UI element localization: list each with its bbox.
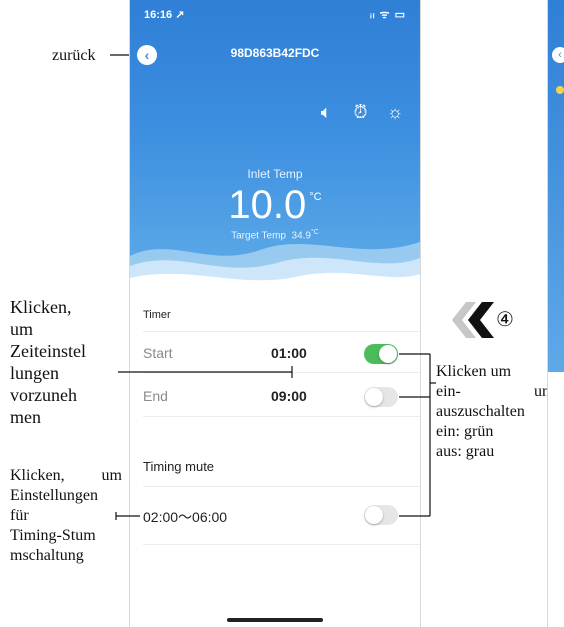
divider <box>143 544 420 545</box>
timer-title: Timer <box>143 309 171 321</box>
toggle-knob <box>365 388 383 406</box>
next-screen-preview: ‹ <box>547 0 564 627</box>
annotation-time-setting: Klicken, um Zeiteinstel lungen vorzuneh … <box>10 297 86 427</box>
divider <box>143 331 420 332</box>
hero-icon-bar: 🔈︎ ⏰︎ ☼ <box>311 98 410 126</box>
inlet-temp-label: Inlet Temp <box>247 167 303 181</box>
inlet-temp-unit: °C <box>309 191 322 203</box>
timer-start-toggle[interactable] <box>364 344 398 364</box>
next-screen-back-icon: ‹ <box>552 47 564 63</box>
annotation-back: zurück <box>52 47 96 64</box>
step-number: ④ <box>496 307 514 331</box>
sun-icon[interactable]: ☼ <box>380 98 410 126</box>
timer-end-label: End <box>143 388 168 404</box>
divider <box>143 486 420 487</box>
divider <box>143 416 420 417</box>
device-title: 98D863B42FDC <box>230 46 320 60</box>
toggle-knob <box>379 345 397 363</box>
wave-decoration <box>130 242 420 298</box>
annotation-mute-setting: Klicken, um Einstellungen für Timing-Stu… <box>10 467 122 564</box>
timer-start-label: Start <box>143 345 173 361</box>
inlet-temp-number: 10.0 <box>228 183 307 227</box>
phone-screen: 16:16 ↗ ᵢₗ ᯤ ▭ ‹ 98D863B42FDC 🔈︎ ⏰︎ ☼ In… <box>129 0 421 627</box>
status-icons: ᵢₗ ᯤ ▭ <box>370 9 406 21</box>
inlet-temp-value: 10.0 °C <box>130 183 420 228</box>
status-time: 16:16 ↗ <box>144 9 185 21</box>
toggle-knob <box>365 506 383 524</box>
home-indicator <box>227 618 323 622</box>
next-screen-dot-icon <box>556 86 564 94</box>
mute-icon[interactable]: 🔈︎ <box>311 98 341 126</box>
hero-panel: 16:16 ↗ ᵢₗ ᯤ ▭ ‹ 98D863B42FDC 🔈︎ ⏰︎ ☼ In… <box>130 0 420 298</box>
timer-end-time[interactable]: 09:00 <box>271 388 307 404</box>
timer-start-time[interactable]: 01:00 <box>271 345 307 361</box>
timing-mute-title: Timing mute <box>143 459 215 474</box>
timing-mute-toggle[interactable] <box>364 505 398 525</box>
status-bar: 16:16 ↗ ᵢₗ ᯤ ▭ <box>144 6 406 26</box>
timer-end-toggle[interactable] <box>364 387 398 407</box>
timing-mute-range[interactable]: 02:00～06:00 <box>143 507 227 527</box>
divider <box>143 372 420 373</box>
annotation-toggle: Klicken um ein- und auszuschalten ein: g… <box>436 363 558 460</box>
alarm-icon[interactable]: ⏰︎ <box>346 98 376 126</box>
